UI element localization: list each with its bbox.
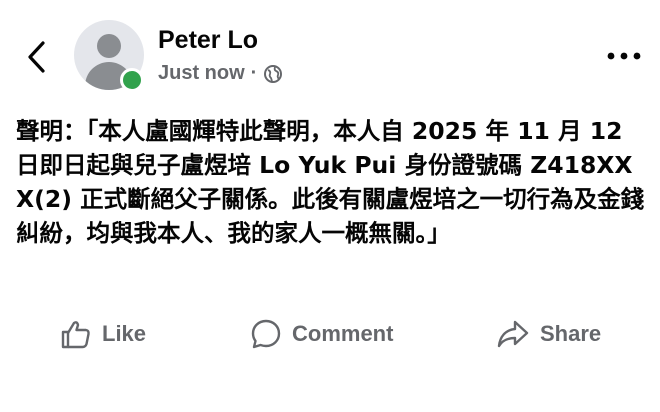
post-actions-bar: Like Comment Share bbox=[0, 308, 660, 360]
more-options-button[interactable] bbox=[604, 44, 644, 68]
share-button[interactable]: Share bbox=[496, 314, 601, 354]
avatar-placeholder-head bbox=[97, 34, 121, 58]
like-label: Like bbox=[102, 321, 147, 346]
comment-button[interactable]: Comment bbox=[250, 314, 393, 354]
comment-label: Comment bbox=[292, 321, 394, 346]
back-button[interactable] bbox=[18, 36, 54, 78]
post-text: 聲明：「本人盧國輝特此聲明，本人自 2025 年 11 月 12 日即日起與兒子… bbox=[16, 117, 645, 247]
thumbs-up-icon bbox=[61, 321, 90, 349]
globe-icon bbox=[264, 64, 283, 83]
share-arrow-icon bbox=[497, 320, 529, 348]
comment-bubble-icon bbox=[251, 319, 281, 349]
meta-separator: · bbox=[250, 62, 258, 84]
chevron-left-icon bbox=[28, 41, 45, 73]
like-button[interactable]: Like bbox=[60, 314, 146, 354]
post-meta: Just now · bbox=[158, 62, 283, 85]
more-horizontal-icon bbox=[607, 52, 641, 60]
online-status-indicator bbox=[120, 68, 144, 92]
share-label: Share bbox=[540, 321, 602, 346]
post-timestamp[interactable]: Just now bbox=[158, 62, 245, 85]
post-screen: Peter Lo Just now · 聲明：「本人盧國輝特此聲明，本人自 20… bbox=[0, 0, 660, 412]
author-name[interactable]: Peter Lo bbox=[158, 26, 258, 55]
